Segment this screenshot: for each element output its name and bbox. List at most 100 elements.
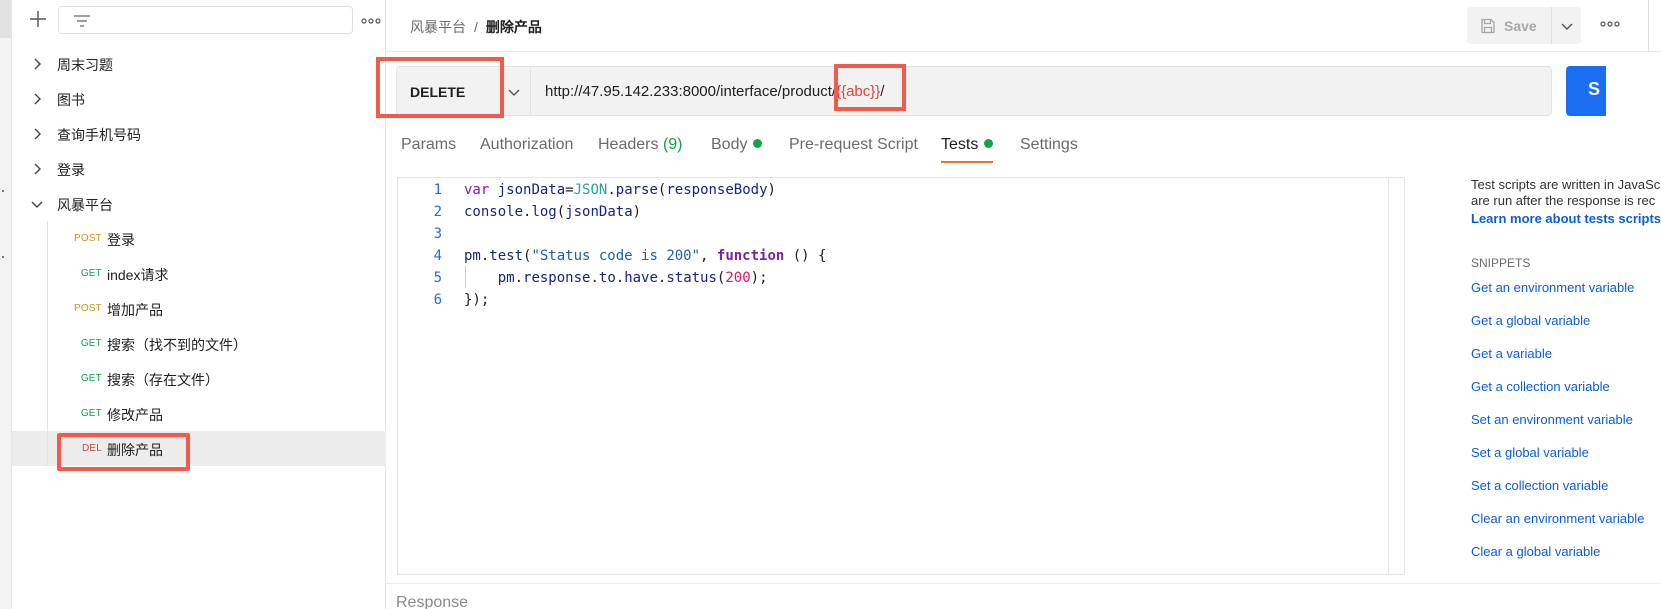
folder-item[interactable]: 查询手机号码 [12,116,386,151]
plus-icon[interactable] [27,8,49,30]
request-name: 增加产品 [107,302,163,318]
folder-item[interactable]: 图书 [12,81,386,116]
rail-active-block [0,0,11,38]
url-variable: {{abc}} [836,83,881,100]
request-name: 搜索（找不到的文件） [107,337,247,353]
tests-help-panel: Test scripts are written in JavaSc are r… [1471,177,1661,577]
chevron-down-icon [1561,23,1573,30]
tab-body[interactable]: Body [711,136,763,154]
line-number: 3 [433,226,442,242]
request-item[interactable]: GET 搜索（找不到的文件） [12,326,386,361]
snippet-link[interactable]: Get a variable [1471,346,1552,361]
request-name: 搜索（存在文件） [107,372,219,388]
method-badge: DEL [81,443,102,454]
breadcrumb: 风暴平台 / 删除产品 [410,17,542,37]
tab-settings[interactable]: Settings [1020,136,1078,154]
tree-guide [47,221,48,256]
status-dot [984,139,994,148]
url-input[interactable]: http://47.95.142.233:8000/interface/prod… [530,66,1552,116]
help-text: Test scripts are written in JavaSc [1471,177,1661,192]
chevron-right-icon [34,163,41,175]
save-button-group: Save [1467,7,1581,44]
line-number: 5 [433,270,442,286]
tree-guide [47,326,48,361]
snippet-link[interactable]: Get a collection variable [1471,379,1610,394]
line-number: 6 [433,292,442,308]
code-line: console.log(jsonData) [464,204,642,220]
chevron-right-icon [34,93,41,105]
breadcrumb-parent[interactable]: 风暴平台 [410,19,466,35]
help-text: are run after the response is rec [1471,193,1656,208]
request-item[interactable]: GET 修改产品 [12,396,386,431]
tree-guide [47,361,48,396]
folder-label: 风暴平台 [57,197,113,213]
request-name: 删除产品 [107,442,163,458]
tab-params[interactable]: Params [401,136,456,154]
request-item[interactable]: POST 增加产品 [12,291,386,326]
breadcrumb-current[interactable]: 删除产品 [486,19,542,35]
method-select[interactable]: DELETE [396,66,530,116]
request-name: 修改产品 [107,407,163,423]
tab-label: Authorization [480,136,574,153]
editor-scrollbar[interactable] [1388,178,1389,574]
filter-input[interactable] [58,6,353,34]
code-line: var jsonData=JSON.parse(responseBody) [464,182,776,198]
snippet-link[interactable]: Get a global variable [1471,313,1590,328]
left-rail [0,0,12,609]
request-item-active[interactable]: DEL 删除产品 [12,431,386,471]
learn-more-link[interactable]: Learn more about tests scripts [1471,211,1661,226]
url-text: http://47.95.142.233:8000/interface/prod… [545,83,884,100]
tab-pre-request-script[interactable]: Pre-request Script [789,136,918,154]
snippet-link[interactable]: Clear a global variable [1471,544,1600,559]
snippet-link[interactable]: Get an environment variable [1471,280,1634,295]
tab-count: (9) [662,136,683,153]
folder-label: 查询手机号码 [57,127,141,143]
snippet-link[interactable]: Set a global variable [1471,445,1589,460]
tree-guide [47,431,48,466]
folder-item[interactable]: 周末习题 [12,46,386,81]
line-number: 4 [433,248,442,264]
snippet-link[interactable]: Set an environment variable [1471,412,1633,427]
request-item[interactable]: GET index请求 [12,256,386,291]
method-value: DELETE [410,84,466,100]
line-number: 1 [433,182,442,198]
tab-authorization[interactable]: Authorization [480,136,573,154]
status-dot [753,139,763,148]
chevron-right-icon [34,58,41,70]
line-number: 2 [433,204,442,220]
tree-guide [47,396,48,431]
folder-label: 周末习题 [57,57,113,73]
folder-item-open[interactable]: 风暴平台 [12,186,386,221]
save-dropdown[interactable] [1551,7,1581,44]
rail-marker [2,190,4,192]
tab-tests[interactable]: Tests [941,136,994,154]
collection-tree: 周末习题 图书 查询手机号码 登录 风暴平台 POST 登录 GET index… [12,46,386,471]
request-workspace: 风暴平台 / 删除产品 Save DELETE http://47.95.142… [376,0,1661,609]
tab-label: Body [711,136,748,153]
snippet-link[interactable]: Clear an environment variable [1471,511,1644,526]
save-button[interactable]: Save [1467,7,1551,44]
request-header: 风暴平台 / 删除产品 Save [386,0,1661,52]
save-label: Save [1504,17,1537,34]
more-options-icon[interactable] [1598,14,1622,34]
method-badge: GET [80,373,102,384]
method-badge: GET [80,268,102,279]
response-label: Response [396,594,469,609]
code-editor[interactable]: 1 2 3 4 5 6 var jsonData=JSON.parse(resp… [397,177,1405,575]
request-item[interactable]: POST 登录 [12,221,386,256]
send-button[interactable]: S [1566,66,1606,116]
tab-headers[interactable]: Headers (9) [598,136,683,154]
folder-label: 登录 [57,162,85,178]
method-badge: POST [73,303,102,314]
response-pane: Response [386,583,1661,609]
tree-guide [47,291,48,326]
chevron-down-icon [508,89,520,96]
method-badge: POST [73,233,102,244]
more-options-icon[interactable] [360,11,382,31]
snippet-link[interactable]: Set a collection variable [1471,478,1608,493]
chevron-down-icon [31,201,43,208]
active-tab-underline [941,161,993,163]
request-item[interactable]: GET 搜索（存在文件） [12,361,386,396]
folder-item[interactable]: 登录 [12,151,386,186]
breadcrumb-separator: / [474,19,478,35]
